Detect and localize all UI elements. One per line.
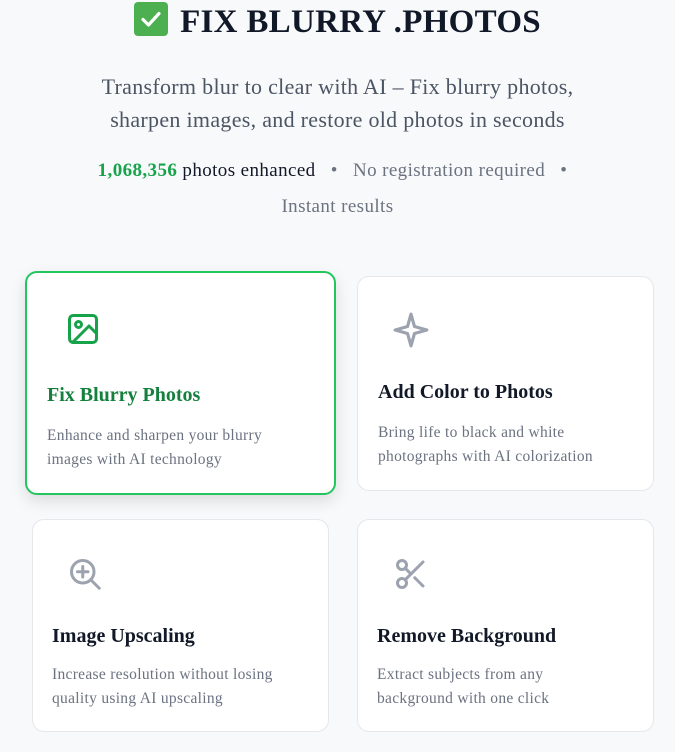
tool-card-desc-line: Increase resolution without losing <box>52 666 273 683</box>
stats-line-2: Instant results <box>0 189 675 225</box>
tool-card-desc: Extract subjects from any background wit… <box>377 663 549 711</box>
sparkle-icon <box>392 311 430 354</box>
page-title: FIX BLURRY .PHOTOS <box>0 2 675 41</box>
tool-card-desc-line: background with one click <box>377 690 550 707</box>
tool-card-desc-line: quality using AI upscaling <box>52 690 223 707</box>
tool-card-remove-background[interactable]: Remove Background Extract subjects from … <box>357 519 654 732</box>
separator-dot: • <box>560 160 568 181</box>
tool-card-desc-line: Enhance and sharpen your blurry <box>47 427 263 444</box>
scissors-icon <box>393 556 429 597</box>
tool-card-desc: Bring life to black and white photograph… <box>378 421 593 469</box>
tool-card-desc-line: images with AI technology <box>47 451 222 468</box>
page-title-text: FIX BLURRY .PHOTOS <box>180 4 541 40</box>
subtitle-line-1: Transform blur to clear with AI – Fix bl… <box>101 74 574 99</box>
enhanced-label: photos enhanced <box>182 160 316 181</box>
tool-card-title: Add Color to Photos <box>378 381 553 403</box>
separator-dot: • <box>330 160 338 181</box>
tool-card-title: Fix Blurry Photos <box>47 384 201 406</box>
stats-bar: 1,068,356 photos enhanced • No registrat… <box>0 153 675 225</box>
tool-card-desc-line: Extract subjects from any <box>377 666 544 683</box>
image-icon <box>65 311 101 352</box>
page-subtitle: Transform blur to clear with AI – Fix bl… <box>0 70 675 136</box>
tool-card-title: Remove Background <box>377 625 557 647</box>
stats-line-1: 1,068,356 photos enhanced • No registrat… <box>0 153 675 189</box>
tool-card-desc: Increase resolution without losing quali… <box>52 663 273 711</box>
zoom-in-icon <box>67 556 103 597</box>
tool-card-add-color[interactable]: Add Color to Photos Bring life to black … <box>357 276 654 491</box>
no-registration-text: No registration required <box>352 160 546 181</box>
instant-results-text: Instant results <box>281 196 394 217</box>
tool-card-desc-line: Bring life to black and white <box>378 424 565 441</box>
tool-card-upscaling[interactable]: Image Upscaling Increase resolution with… <box>32 519 329 732</box>
tool-card-desc-line: photographs with AI colorization <box>378 448 593 465</box>
subtitle-line-2: sharpen images, and restore old photos i… <box>110 107 565 132</box>
tool-card-desc: Enhance and sharpen your blurry images w… <box>47 424 262 472</box>
tool-card-fix-blurry[interactable]: Fix Blurry Photos Enhance and sharpen yo… <box>25 271 336 495</box>
enhanced-count: 1,068,356 <box>97 160 178 181</box>
check-mark-icon <box>134 2 169 36</box>
tool-card-title: Image Upscaling <box>52 625 195 647</box>
